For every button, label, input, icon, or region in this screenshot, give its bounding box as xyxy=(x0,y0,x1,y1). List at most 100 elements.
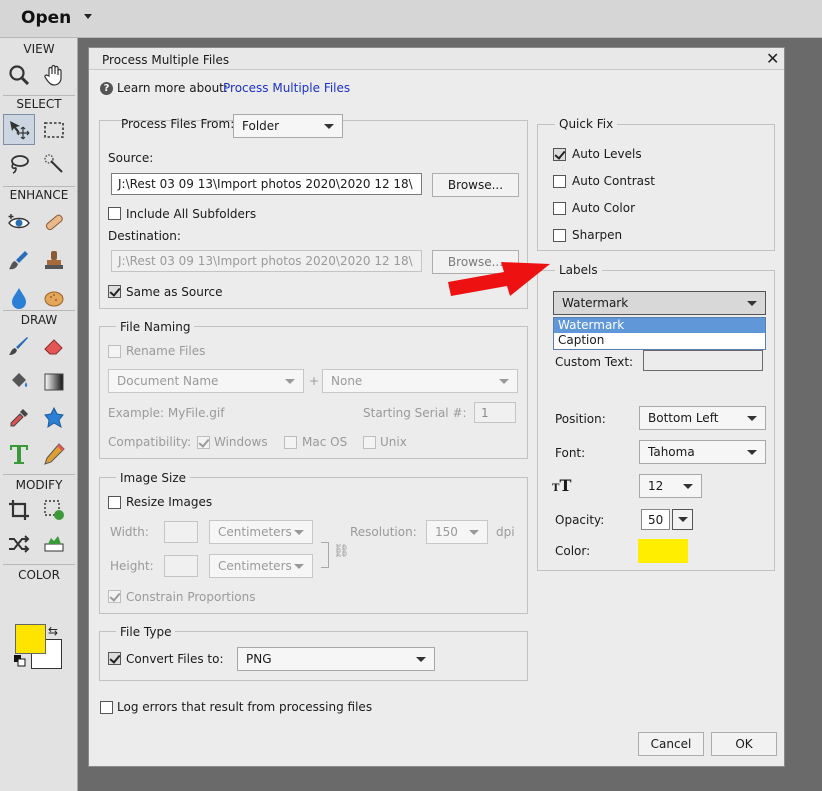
option-watermark[interactable]: Watermark xyxy=(554,318,765,333)
custom-shape-tool-icon[interactable] xyxy=(38,402,70,433)
height-field[interactable] xyxy=(164,555,198,577)
red-arrow-annotation xyxy=(448,262,550,296)
sponge-tool-icon[interactable] xyxy=(38,282,70,313)
rename-files-checkbox[interactable] xyxy=(108,345,121,358)
quick-selection-tool-icon[interactable] xyxy=(38,148,70,179)
name-suffix-dropdown[interactable]: None xyxy=(322,369,518,393)
opacity-dropdown-button[interactable] xyxy=(672,509,693,530)
destination-path-field[interactable]: J:\Rest 03 09 13\Import photos 2020\2020… xyxy=(111,250,422,272)
font-value: Tahoma xyxy=(648,445,695,459)
starting-serial-field[interactable]: 1 xyxy=(474,402,516,423)
file-format-dropdown[interactable]: PNG xyxy=(237,647,435,671)
windows-checkbox[interactable] xyxy=(197,436,210,449)
red-eye-tool-icon[interactable] xyxy=(3,206,35,237)
labels-type-dropdown[interactable]: Watermark xyxy=(553,291,766,315)
opacity-field[interactable]: 50 xyxy=(641,509,670,530)
source-path-field[interactable]: J:\Rest 03 09 13\Import photos 2020\2020… xyxy=(111,173,422,195)
auto-color-checkbox[interactable] xyxy=(553,202,566,215)
macos-checkbox[interactable] xyxy=(284,436,297,449)
cancel-button[interactable]: Cancel xyxy=(638,732,704,756)
auto-color-label: Auto Color xyxy=(572,201,636,215)
chevron-down-icon xyxy=(294,530,304,535)
sharpen-checkbox[interactable] xyxy=(553,229,566,242)
move-tool-icon[interactable] xyxy=(3,114,35,145)
crop-tool-icon[interactable] xyxy=(3,494,35,525)
type-tool-icon[interactable] xyxy=(3,438,35,469)
open-button[interactable]: Open xyxy=(21,8,71,28)
content-aware-move-tool-icon[interactable] xyxy=(3,528,35,559)
healing-brush-tool-icon[interactable] xyxy=(38,206,70,237)
lasso-tool-icon[interactable] xyxy=(3,148,35,179)
name-part-dropdown[interactable]: Document Name xyxy=(108,369,304,393)
eyedropper-tool-icon[interactable] xyxy=(3,402,35,433)
font-dropdown[interactable]: Tahoma xyxy=(639,440,766,464)
convert-files-label: Convert Files to: xyxy=(126,652,224,666)
width-field[interactable] xyxy=(164,521,198,543)
option-caption[interactable]: Caption xyxy=(554,333,765,348)
eraser-tool-icon[interactable] xyxy=(38,330,70,361)
brush-tool-icon[interactable] xyxy=(3,330,35,361)
close-icon[interactable]: ✕ xyxy=(766,49,779,68)
straighten-tool-icon[interactable] xyxy=(38,528,70,559)
resolution-dropdown[interactable]: 150 xyxy=(426,520,488,544)
starting-serial-label: Starting Serial #: xyxy=(363,406,467,420)
name-part-value: Document Name xyxy=(117,374,219,388)
auto-contrast-checkbox[interactable] xyxy=(553,175,566,188)
smart-brush-tool-icon[interactable] xyxy=(3,244,35,275)
learn-more-link[interactable]: Process Multiple Files xyxy=(223,81,350,95)
macos-label: Mac OS xyxy=(302,435,348,449)
chevron-down-icon xyxy=(677,517,688,522)
font-label: Font: xyxy=(555,446,586,460)
name-suffix-value: None xyxy=(331,374,363,388)
auto-levels-checkbox[interactable] xyxy=(553,148,566,161)
foreground-color-swatch[interactable] xyxy=(15,624,46,654)
constrain-proportions-checkbox[interactable] xyxy=(108,590,121,603)
resize-images-checkbox[interactable] xyxy=(108,496,121,509)
include-subfolders-checkbox[interactable] xyxy=(108,207,121,220)
default-colors-icon[interactable] xyxy=(14,655,26,667)
compatibility-label: Compatibility: xyxy=(108,435,192,449)
image-size-legend: Image Size xyxy=(116,471,191,485)
resolution-label: Resolution: xyxy=(350,525,417,539)
source-label: Source: xyxy=(108,151,154,165)
plus-sign: + xyxy=(309,374,320,388)
position-label: Position: xyxy=(555,412,606,426)
font-size-dropdown[interactable]: 12 xyxy=(639,474,702,498)
label-color-swatch[interactable] xyxy=(638,539,688,563)
width-units-dropdown[interactable]: Centimeters xyxy=(209,520,313,544)
clone-stamp-tool-icon[interactable] xyxy=(38,244,70,275)
hand-tool-icon[interactable] xyxy=(38,59,70,90)
quick-fix-legend: Quick Fix xyxy=(555,117,618,131)
ok-button[interactable]: OK xyxy=(711,732,777,756)
pencil-tool-icon[interactable] xyxy=(38,438,70,469)
auto-levels-label: Auto Levels xyxy=(572,147,642,161)
unix-checkbox[interactable] xyxy=(363,436,376,449)
zoom-tool-icon[interactable] xyxy=(3,59,35,90)
blur-tool-icon[interactable] xyxy=(3,282,35,313)
gradient-tool-icon[interactable] xyxy=(38,366,70,397)
resolution-value: 150 xyxy=(435,525,458,539)
height-units-value: Centimeters xyxy=(218,559,292,573)
position-value: Bottom Left xyxy=(648,411,719,425)
unix-label: Unix xyxy=(380,435,407,449)
open-dropdown-chevron-icon[interactable] xyxy=(84,14,92,19)
font-size-icon: TT xyxy=(552,476,572,495)
view-header: VIEW xyxy=(23,42,55,56)
convert-files-checkbox[interactable] xyxy=(108,652,121,665)
example-text: Example: MyFile.gif xyxy=(108,406,225,420)
paint-bucket-tool-icon[interactable] xyxy=(3,366,35,397)
height-units-dropdown[interactable]: Centimeters xyxy=(209,554,313,578)
rectangular-marquee-tool-icon[interactable] xyxy=(38,114,70,145)
windows-label: Windows xyxy=(214,435,268,449)
custom-text-field[interactable] xyxy=(643,350,763,371)
source-browse-button[interactable]: Browse... xyxy=(432,173,519,197)
height-label: Height: xyxy=(110,559,154,573)
position-dropdown[interactable]: Bottom Left xyxy=(639,406,766,430)
log-errors-label: Log errors that result from processing f… xyxy=(117,700,373,714)
swap-colors-icon[interactable]: ⇆ xyxy=(48,624,58,638)
width-label: Width: xyxy=(110,525,149,539)
same-as-source-checkbox[interactable] xyxy=(108,285,121,298)
recompose-tool-icon[interactable] xyxy=(38,494,70,525)
log-errors-checkbox[interactable] xyxy=(100,701,113,714)
process-from-dropdown[interactable]: Folder xyxy=(233,114,343,138)
